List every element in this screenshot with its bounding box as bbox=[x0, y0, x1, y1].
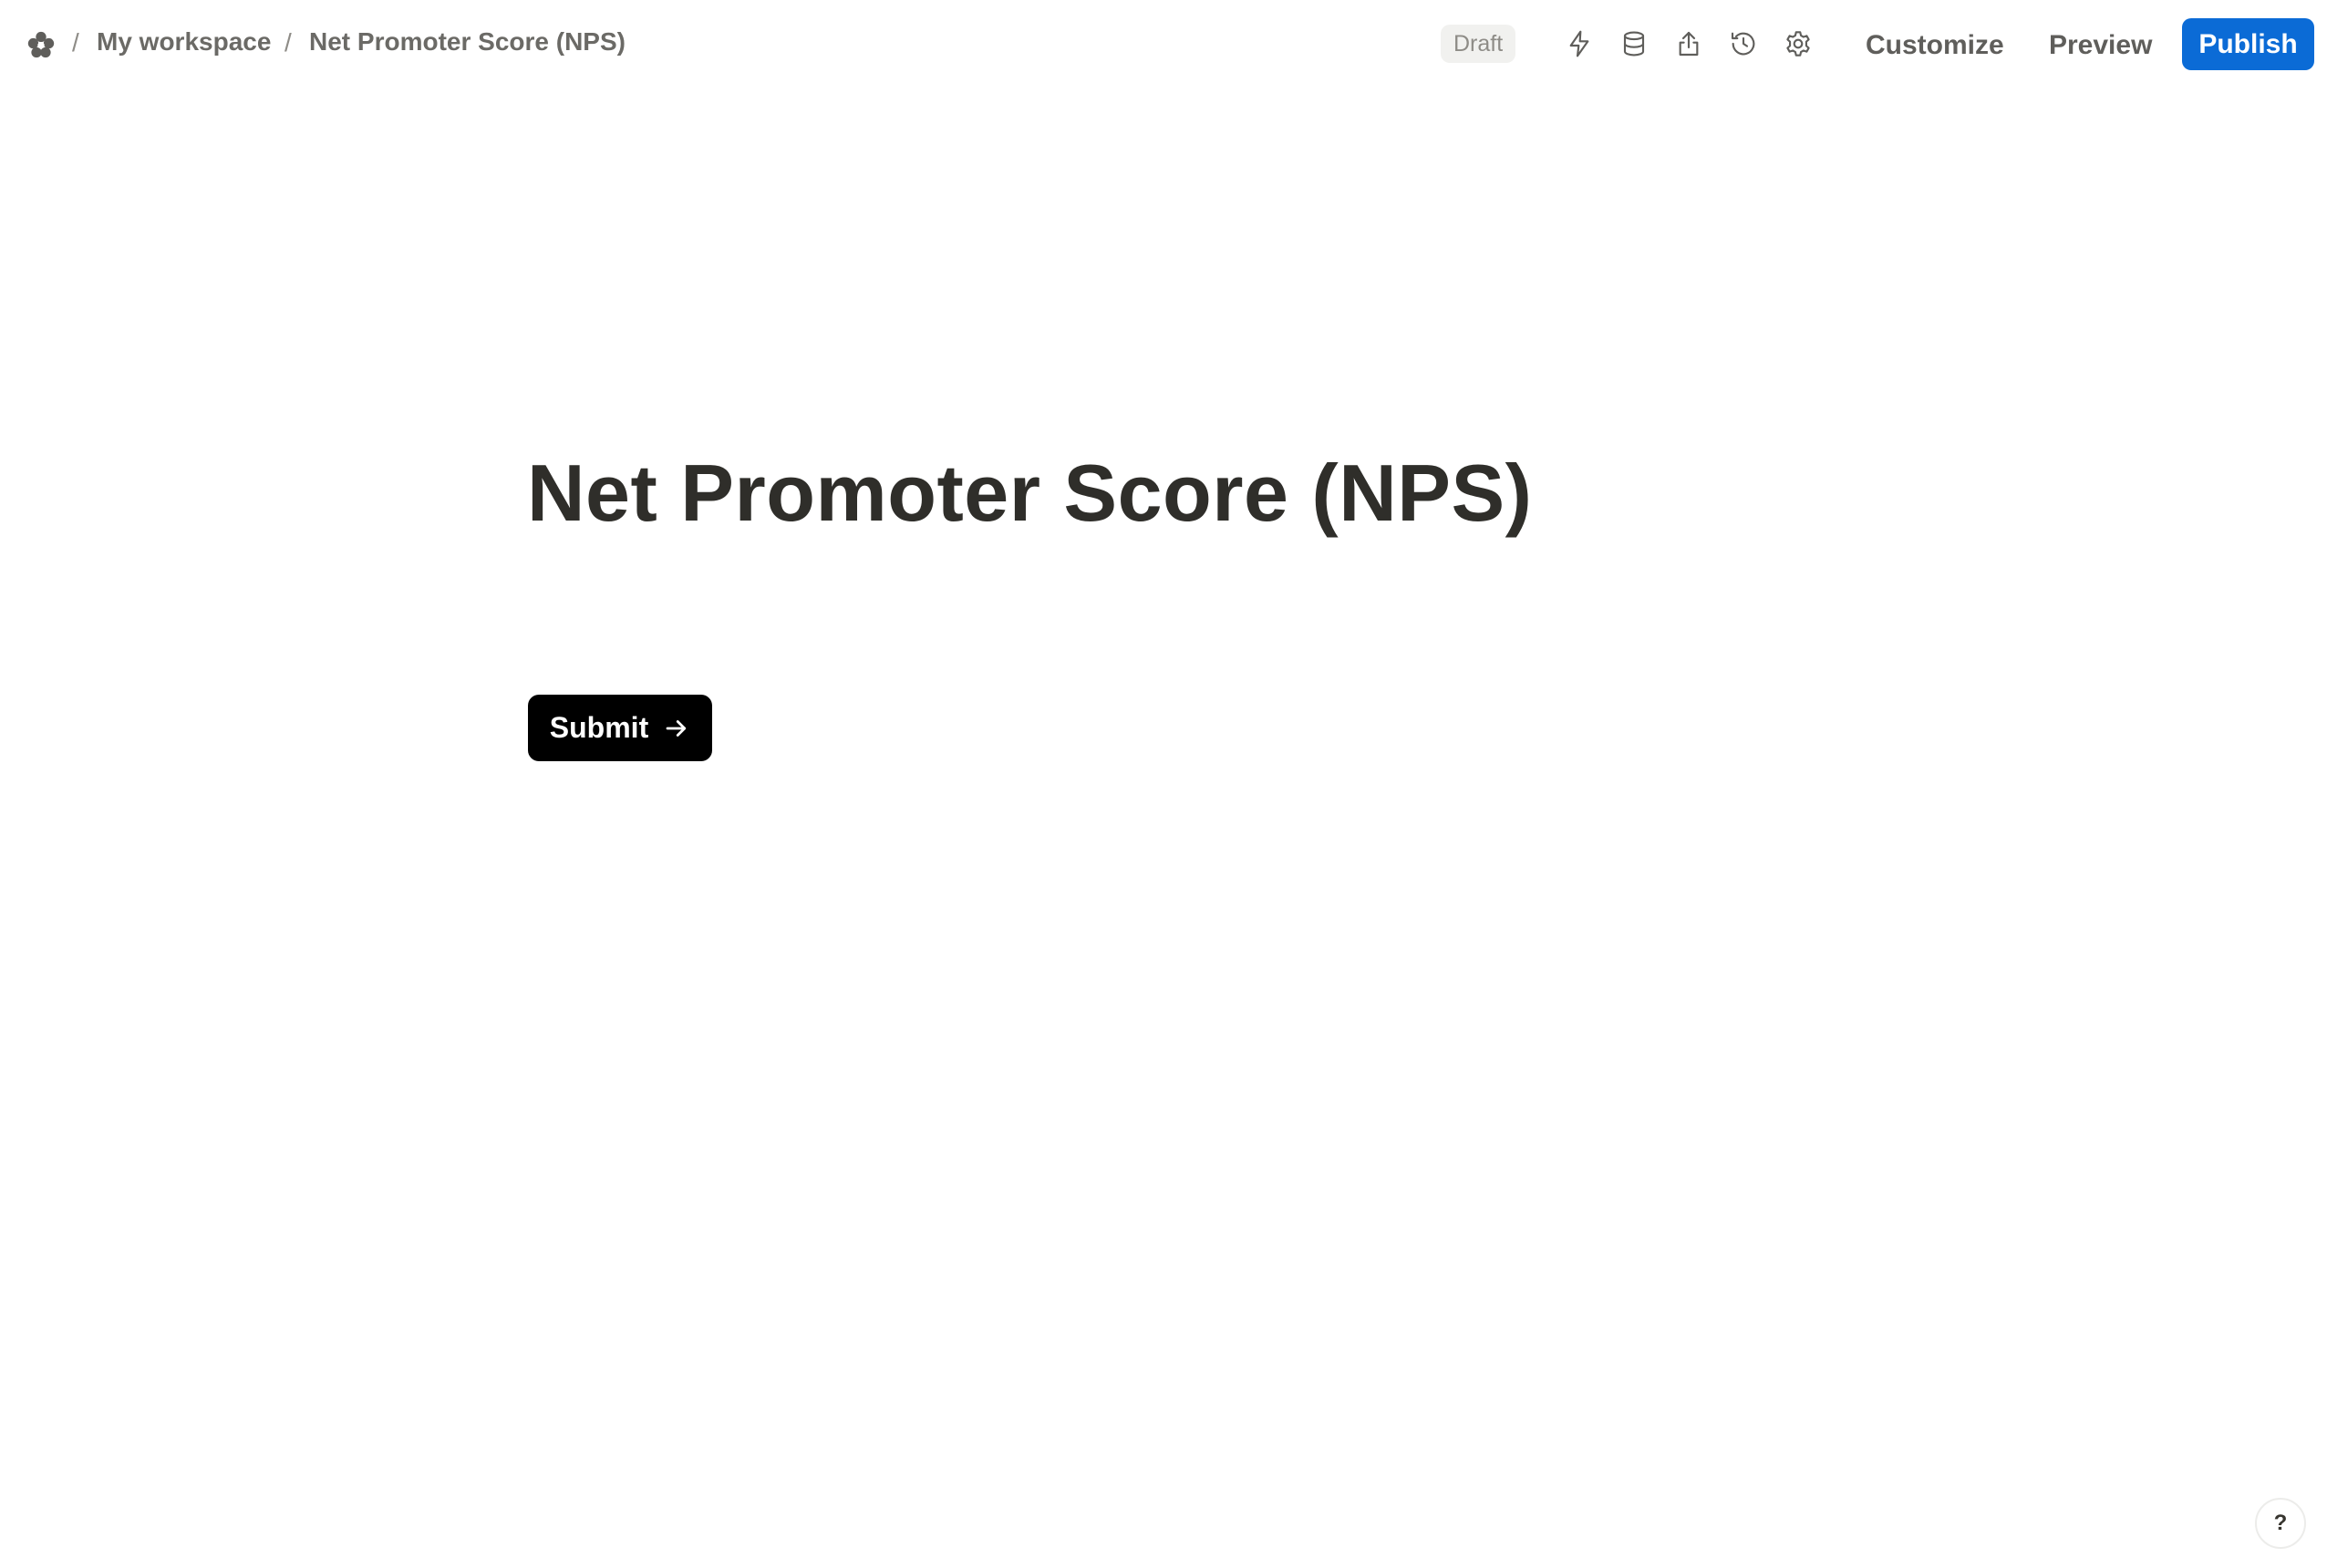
breadcrumb-separator: / bbox=[72, 28, 79, 57]
history-icon[interactable] bbox=[1726, 26, 1761, 61]
share-icon[interactable] bbox=[1671, 26, 1706, 61]
preview-button[interactable]: Preview bbox=[2049, 24, 2152, 67]
customize-button[interactable]: Customize bbox=[1866, 24, 2004, 67]
breadcrumb-separator: / bbox=[284, 28, 292, 57]
breadcrumb-form-name[interactable]: Net Promoter Score (NPS) bbox=[309, 27, 626, 57]
form-title[interactable]: Net Promoter Score (NPS) bbox=[527, 447, 1532, 540]
status-badge: Draft bbox=[1441, 25, 1516, 63]
lightning-icon[interactable] bbox=[1562, 26, 1597, 61]
arrow-right-icon bbox=[663, 715, 690, 742]
top-bar: / My workspace / Net Promoter Score (NPS… bbox=[0, 0, 2327, 89]
publish-button[interactable]: Publish bbox=[2182, 18, 2314, 70]
breadcrumb-workspace[interactable]: My workspace bbox=[97, 27, 271, 57]
submit-button[interactable]: Submit bbox=[528, 695, 712, 761]
app-logo-icon[interactable] bbox=[24, 27, 58, 62]
submit-button-label: Submit bbox=[549, 711, 649, 744]
gear-icon[interactable] bbox=[1781, 26, 1815, 61]
help-button[interactable]: ? bbox=[2255, 1498, 2306, 1549]
database-icon[interactable] bbox=[1617, 26, 1651, 61]
